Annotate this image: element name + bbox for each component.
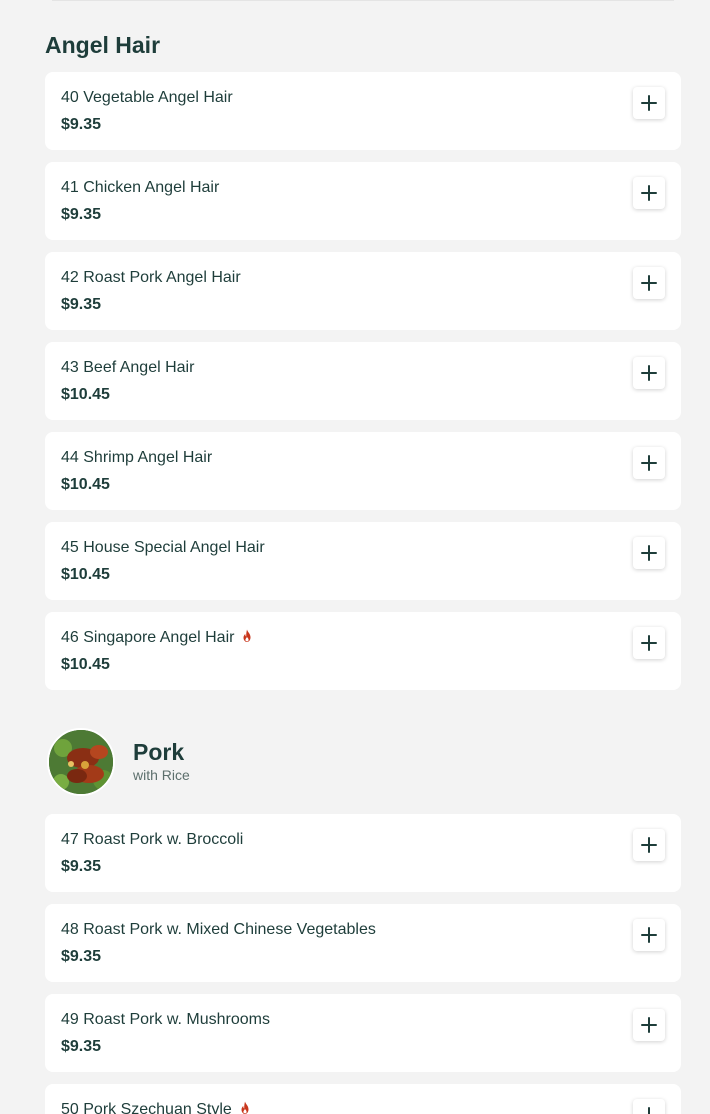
section-subtitle-pork: with Rice [133, 767, 190, 783]
plus-icon [641, 635, 657, 651]
item-name: 46 Singapore Angel Hair [61, 629, 252, 647]
item-name: 50 Pork Szechuan Style [61, 1101, 250, 1114]
menu-item[interactable]: 43 Beef Angel Hair $10.45 [45, 342, 681, 420]
add-item-button[interactable] [633, 357, 665, 389]
add-item-button[interactable] [633, 177, 665, 209]
add-item-button[interactable] [633, 829, 665, 861]
menu-item[interactable]: 48 Roast Pork w. Mixed Chinese Vegetable… [45, 904, 681, 982]
add-item-button[interactable] [633, 1099, 665, 1114]
item-name: 47 Roast Pork w. Broccoli [61, 831, 244, 848]
item-price: $9.35 [61, 948, 102, 965]
menu-item[interactable]: 47 Roast Pork w. Broccoli $9.35 [45, 814, 681, 892]
plus-icon [641, 837, 657, 853]
plus-icon [641, 1017, 657, 1033]
plus-icon [641, 185, 657, 201]
menu-item[interactable]: 45 House Special Angel Hair $10.45 [45, 522, 681, 600]
add-item-button[interactable] [633, 267, 665, 299]
previous-card-edge [52, 0, 674, 1]
item-price: $10.45 [61, 656, 110, 673]
plus-icon [642, 1107, 656, 1114]
item-name: 43 Beef Angel Hair [61, 359, 195, 376]
menu-item[interactable]: 42 Roast Pork Angel Hair $9.35 [45, 252, 681, 330]
item-price: $9.35 [61, 206, 102, 223]
item-name: 44 Shrimp Angel Hair [61, 449, 213, 466]
plus-icon [641, 365, 657, 381]
item-price: $10.45 [61, 566, 110, 583]
section-header-pork: Pork with Rice [45, 726, 681, 798]
plus-icon [641, 95, 657, 111]
menu-item[interactable]: 50 Pork Szechuan Style [45, 1084, 681, 1114]
item-name: 40 Vegetable Angel Hair [61, 89, 233, 106]
add-item-button[interactable] [633, 537, 665, 569]
section-title-angel-hair: Angel Hair [45, 32, 161, 58]
add-item-button[interactable] [633, 1009, 665, 1041]
plus-icon [641, 275, 657, 291]
add-item-button[interactable] [633, 919, 665, 951]
menu-item[interactable]: 40 Vegetable Angel Hair $9.35 [45, 72, 681, 150]
plus-icon [641, 455, 657, 471]
item-price: $9.35 [61, 858, 102, 875]
plus-icon [641, 545, 657, 561]
item-price: $9.35 [61, 296, 102, 313]
plus-icon [641, 927, 657, 943]
add-item-button[interactable] [633, 447, 665, 479]
item-price: $9.35 [61, 1038, 102, 1055]
item-name: 45 House Special Angel Hair [61, 539, 265, 556]
section-title-pork: Pork [133, 739, 185, 765]
flame-icon [241, 1101, 249, 1114]
item-name: 42 Roast Pork Angel Hair [61, 269, 241, 286]
add-item-button[interactable] [633, 87, 665, 119]
pork-dish-image [47, 728, 115, 796]
menu-item[interactable]: 44 Shrimp Angel Hair $10.45 [45, 432, 681, 510]
item-price: $10.45 [61, 386, 110, 403]
menu-item[interactable]: 46 Singapore Angel Hair $10.45 [45, 612, 681, 690]
item-name: 41 Chicken Angel Hair [61, 179, 220, 196]
menu-item[interactable]: 41 Chicken Angel Hair $9.35 [45, 162, 681, 240]
add-item-button[interactable] [633, 627, 665, 659]
item-name: 49 Roast Pork w. Mushrooms [61, 1011, 270, 1028]
item-price: $10.45 [61, 476, 110, 493]
flame-icon [243, 629, 251, 642]
menu-item[interactable]: 49 Roast Pork w. Mushrooms $9.35 [45, 994, 681, 1072]
item-price: $9.35 [61, 116, 102, 133]
item-name: 48 Roast Pork w. Mixed Chinese Vegetable… [61, 921, 376, 938]
